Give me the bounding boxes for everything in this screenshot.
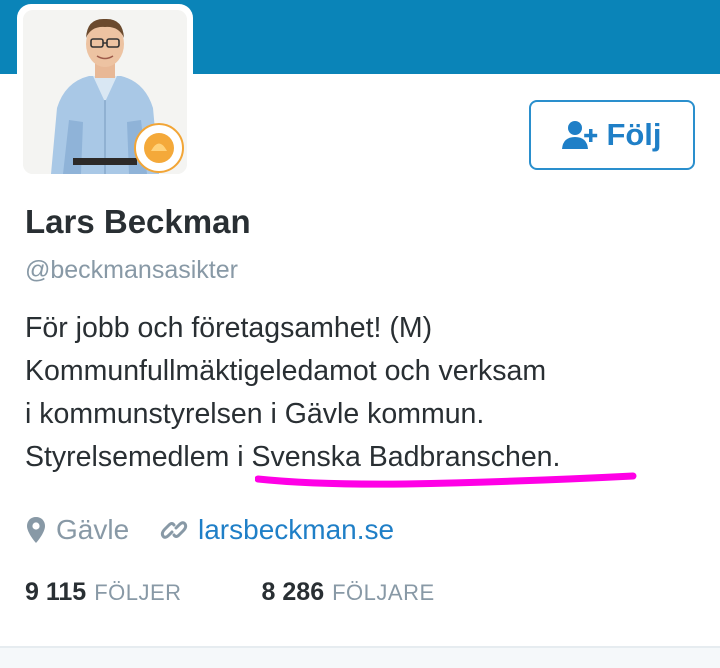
profile-handle[interactable]: @beckmansasikter bbox=[25, 256, 238, 285]
avatar-frame[interactable] bbox=[17, 4, 193, 180]
follow-label: Följ bbox=[606, 117, 662, 152]
avatar-photo bbox=[23, 10, 187, 174]
following-label: FÖLJER bbox=[94, 580, 182, 605]
location-pin-icon bbox=[27, 517, 45, 543]
followers-label: FÖLJARE bbox=[332, 580, 435, 605]
avatar[interactable] bbox=[23, 10, 187, 174]
website[interactable]: larsbeckman.se bbox=[160, 510, 394, 550]
following-stat[interactable]: 9 115 FÖLJER bbox=[25, 578, 182, 607]
link-icon bbox=[160, 521, 188, 539]
following-count: 9 115 bbox=[25, 578, 87, 606]
location-text: Gävle bbox=[56, 514, 130, 545]
profile-bio: För jobb och företagsamhet! (M) Kommunfu… bbox=[25, 307, 665, 479]
highlight-underline bbox=[255, 472, 637, 488]
bio-line: i kommunstyrelsen i Gävle kommun. bbox=[25, 398, 485, 430]
location: Gävle bbox=[26, 510, 129, 550]
add-user-icon bbox=[562, 121, 598, 149]
bio-line: Kommunfullmäktigeledamot och verksam bbox=[25, 355, 547, 387]
profile-stats: 9 115 FÖLJER 8 286 FÖLJARE bbox=[25, 578, 435, 607]
website-link[interactable]: larsbeckman.se bbox=[198, 514, 394, 546]
bio-line-text: Styrelsemedlem i bbox=[25, 441, 252, 473]
bottom-strip bbox=[0, 648, 720, 668]
followers-count: 8 286 bbox=[261, 578, 325, 606]
followers-stat[interactable]: 8 286 FÖLJARE bbox=[262, 578, 435, 607]
follow-button[interactable]: Följ bbox=[529, 100, 695, 170]
profile-name[interactable]: Lars Beckman bbox=[25, 203, 251, 241]
bio-line: För jobb och företagsamhet! (M) bbox=[25, 312, 433, 344]
